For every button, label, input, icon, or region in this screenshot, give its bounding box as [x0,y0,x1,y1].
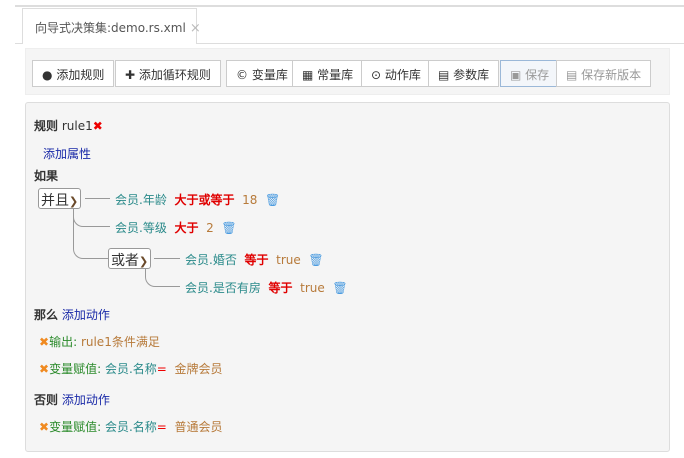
condition-operator[interactable]: 大于或等于 [174,193,234,207]
condition-value[interactable]: 2 [206,221,214,235]
close-icon[interactable]: × [190,21,201,36]
action-type: 输出: [49,335,78,349]
or-label: 或者 [111,253,139,269]
rule-label: 规则 [34,119,59,133]
trash-icon[interactable]: 🗑 [221,221,236,235]
parameter-library-button[interactable]: ▤ 参数库 [428,60,500,87]
rule-header: 规则 rule1✖ [34,117,103,134]
chevron-down-icon: ❯ [69,195,79,208]
condition-row: 会员.是否有房 等于 true 🗑 [185,279,348,296]
condition-operator[interactable]: 等于 [244,253,268,267]
grid-icon: ▦ [302,68,314,82]
chevron-down-icon: ❯ [139,255,149,268]
list-icon: ▤ [438,68,450,82]
plus-icon: ✚ [125,68,136,82]
connector [145,268,180,287]
condition-field[interactable]: 会员.婚否 [185,253,237,267]
condition-value[interactable]: true [300,281,325,295]
connector [154,258,180,259]
condition-row: 会员.等级 大于 2 🗑 [115,219,237,236]
condition-field[interactable]: 会员.是否有房 [185,281,261,295]
floppy-icon: ▣ [510,68,522,82]
add-rule-label: 添加规则 [56,68,105,82]
action-row: ✖变量赋值: 会员.名称= 金牌会员 [39,360,222,377]
save-new-version-label: 保存新版本 [581,68,642,82]
file-icon: ▤ [566,68,578,82]
condition-operator[interactable]: 等于 [268,281,292,295]
action-value[interactable]: 普通会员 [174,420,222,434]
action-library-label: 动作库 [384,68,421,82]
and-operator-select[interactable]: 并且❯ [38,188,82,209]
then-label: 那么 [34,308,59,322]
action-row: ✖变量赋值: 会员.名称= 普通会员 [39,418,222,435]
condition-row: 会员.婚否 等于 true 🗑 [185,251,324,268]
if-label: 如果 [34,169,59,183]
delete-rule-icon[interactable]: ✖ [93,119,103,133]
delete-icon[interactable]: ✖ [39,420,49,434]
action-row: ✖输出: rule1条件满足 [39,333,160,350]
connector [85,198,110,199]
action-library-button[interactable]: ⊙ 动作库 [361,60,431,87]
delete-icon[interactable]: ✖ [39,335,49,349]
add-action-link[interactable]: 添加动作 [62,308,110,322]
equals-sign: = [156,362,167,376]
trash-icon[interactable]: 🗑 [332,281,347,295]
condition-value[interactable]: true [276,253,301,267]
power-icon: ⊙ [371,68,382,82]
action-type: 变量赋值: [49,420,102,434]
connector [73,215,109,259]
parameter-library-label: 参数库 [453,68,490,82]
action-field[interactable]: 会员.名称 [105,420,157,434]
add-loop-rule-button[interactable]: ✚ 添加循环规则 [115,60,221,87]
constant-library-button[interactable]: ▦ 常量库 [292,60,364,87]
condition-field[interactable]: 会员.等级 [115,221,167,235]
delete-icon[interactable]: ✖ [39,362,49,376]
action-type: 变量赋值: [49,362,102,376]
rule-name[interactable]: rule1 [62,119,93,133]
condition-field[interactable]: 会员.年龄 [115,193,167,207]
rule-panel [25,102,670,452]
condition-operator[interactable]: 大于 [174,221,198,235]
then-header: 那么 添加动作 [34,306,110,323]
variable-library-button[interactable]: © 变量库 [226,60,298,87]
add-rule-button[interactable]: ● 添加规则 [32,60,115,87]
action-field[interactable]: 会员.名称 [105,362,157,376]
top-border [15,5,684,7]
tab-editor[interactable]: 向导式决策集:demo.rs.xml × [22,8,201,44]
save-new-version-button[interactable]: ▤ 保存新版本 [556,60,652,87]
else-header: 否则 添加动作 [34,391,110,408]
variable-library-label: 变量库 [251,68,288,82]
condition-value[interactable]: 18 [242,193,257,207]
or-operator-select[interactable]: 或者❯ [108,248,152,269]
constant-library-label: 常量库 [317,68,354,82]
trash-icon[interactable]: 🗑 [308,253,323,267]
condition-row: 会员.年龄 大于或等于 18 🗑 [115,191,280,208]
add-attribute-link[interactable]: 添加属性 [43,145,91,162]
add-loop-rule-label: 添加循环规则 [138,68,211,82]
save-label: 保存 [525,68,550,82]
save-button[interactable]: ▣ 保存 [500,60,560,87]
and-label: 并且 [41,193,69,209]
plus-circle-icon: ● [42,68,53,82]
equals-sign: = [156,420,167,434]
trash-icon[interactable]: 🗑 [265,193,280,207]
action-value[interactable]: 金牌会员 [174,362,222,376]
copyright-icon: © [236,68,248,82]
action-value[interactable]: rule1条件满足 [81,335,160,349]
else-label: 否则 [34,393,59,407]
tab-title: 向导式决策集:demo.rs.xml [35,21,186,35]
add-action-link[interactable]: 添加动作 [62,393,110,407]
